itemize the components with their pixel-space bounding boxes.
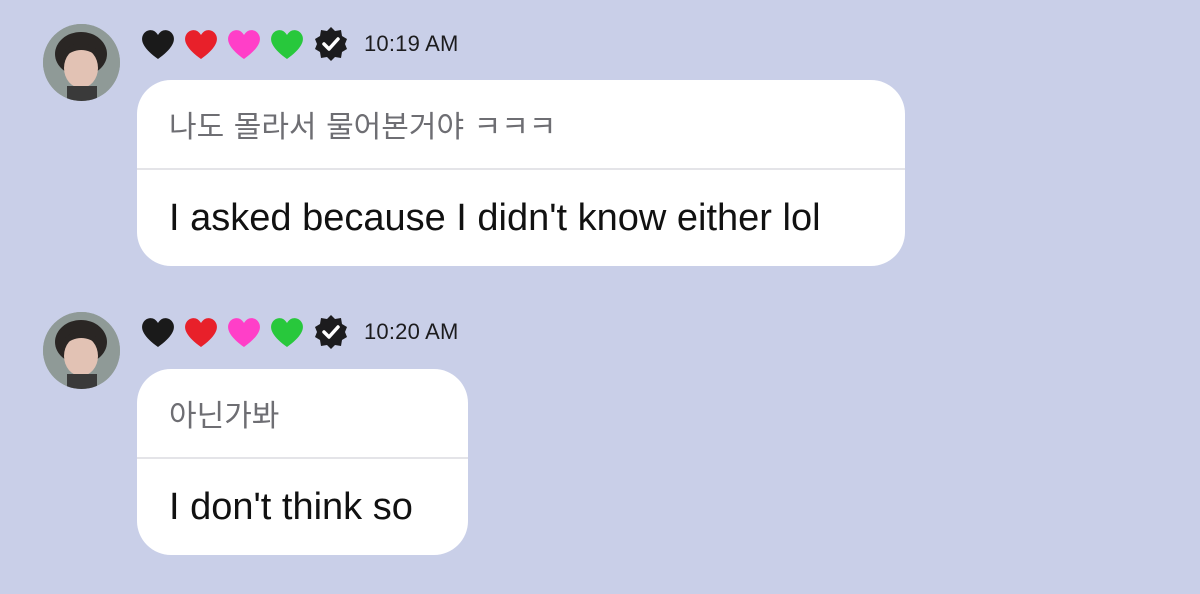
green-heart-icon [267, 24, 307, 64]
red-heart-icon [181, 24, 221, 64]
verified-badge-icon [312, 313, 350, 351]
pink-heart-icon [224, 312, 264, 352]
message-time: 10:19 AM [364, 31, 459, 56]
pink-heart-icon [224, 24, 264, 64]
message-header: 10:20 AM [138, 312, 459, 352]
message-bubble[interactable]: 나도 몰라서 물어본거야 ㅋㅋㅋ I asked because I didn'… [137, 80, 905, 266]
sender-avatar[interactable] [43, 312, 120, 389]
message-header: 10:19 AM [138, 24, 459, 64]
message-time: 10:20 AM [364, 319, 459, 344]
verified-badge-icon [312, 25, 350, 63]
translated-text: I don't think so [169, 485, 413, 528]
black-heart-icon [138, 24, 178, 64]
red-heart-icon [181, 312, 221, 352]
sender-avatar[interactable] [43, 24, 120, 101]
original-text: 아닌가봐 [137, 369, 468, 459]
translated-text: I asked because I didn't know either lol [169, 196, 821, 239]
message-bubble[interactable]: 아닌가봐 I don't think so [137, 369, 468, 555]
green-heart-icon [267, 312, 307, 352]
black-heart-icon [138, 312, 178, 352]
original-text: 나도 몰라서 물어본거야 ㅋㅋㅋ [137, 80, 905, 170]
